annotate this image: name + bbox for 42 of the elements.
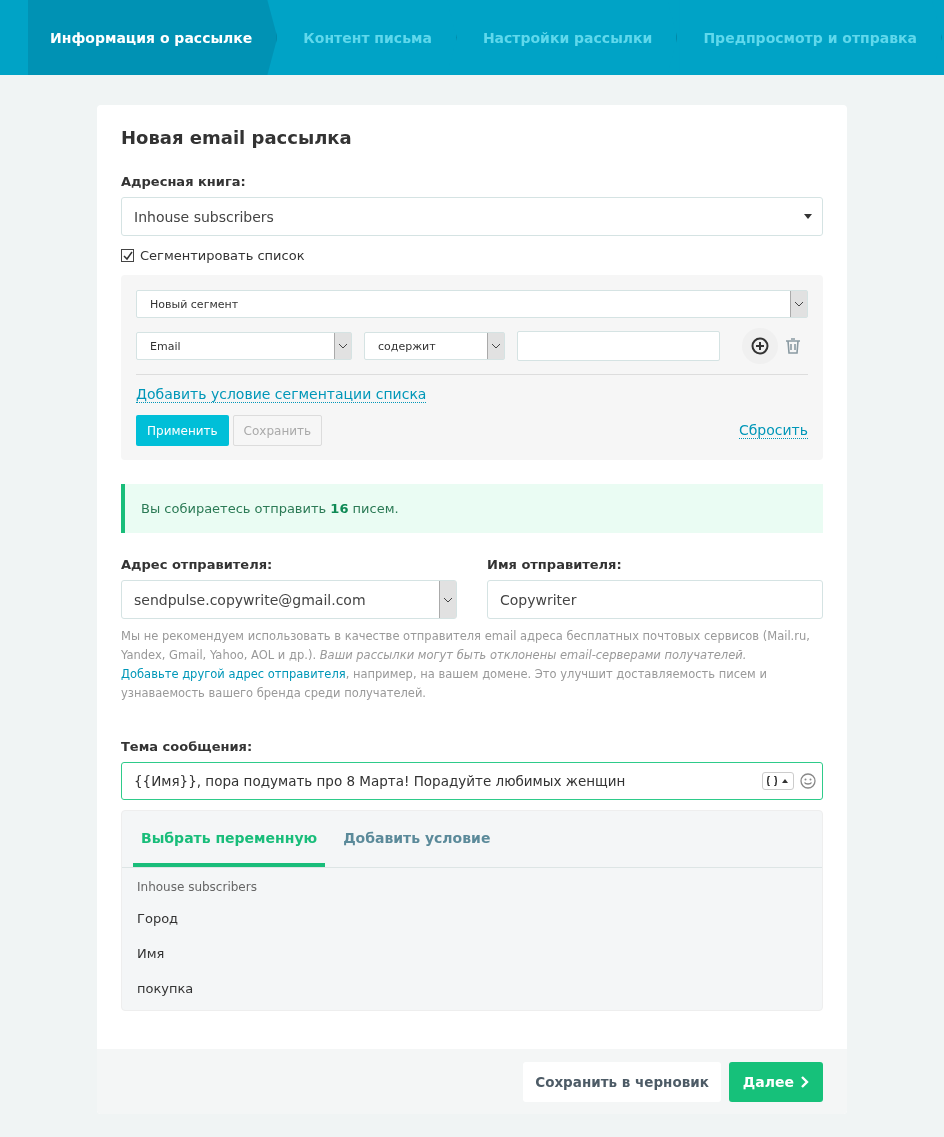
field-label: Имя отправителя: [487,557,623,572]
next-button[interactable]: Далее [728,1062,823,1102]
add-condition-link[interactable]: Добавить условие сегментации списка [136,386,427,403]
value-input[interactable] [517,331,720,361]
sender-name-input[interactable]: Copywriter [487,580,823,619]
trash-icon[interactable] [786,338,800,354]
reset-link[interactable]: Сбросить [738,422,808,439]
add-icon[interactable] [742,328,778,364]
dropdown-icon [334,333,351,359]
checkbox[interactable] [121,249,134,262]
wizard-step[interactable]: Информация о рассылке [28,0,278,75]
save-draft-button[interactable]: Сохранить в черновик [523,1062,721,1102]
group-heading: Inhouse subscribers [137,880,258,894]
page-title: Новая email рассылка [121,127,353,148]
variable-item[interactable]: Город [137,901,807,936]
panel-tab[interactable]: Добавить условие [335,811,499,867]
field-label: Тема сообщения: [121,739,254,754]
save-button[interactable]: Сохранить [232,415,323,446]
variable-item[interactable]: покупка [137,971,807,1006]
variable-button[interactable] [762,772,794,790]
variable-item[interactable]: Имя [137,936,807,971]
operator-select[interactable]: содержит [364,332,505,360]
field-label: Адрес отправителя: [121,557,274,572]
sender-address-select[interactable]: sendpulse.copywrite@gmail.com [121,580,457,619]
field-select[interactable]: Email [136,332,352,360]
checkbox-label: Сегментировать список [140,248,305,263]
chevron-right-icon [800,1076,809,1088]
field-label: Адресная книга: [121,174,247,189]
emoji-icon[interactable] [800,773,816,789]
add-sender-link[interactable]: Добавьте другой адрес отправителя [121,667,346,681]
address-book-select[interactable]: Inhouse subscribers [121,197,823,236]
dropdown-icon [439,581,456,618]
panel-tab[interactable]: Выбрать переменную [133,811,326,867]
segment-select[interactable]: Новый сегмент [136,290,808,318]
dropdown-icon [790,291,807,317]
sender-notice: Мы не рекомендуем использовать в качестве отправителя email адреса бесплатных почтовых сервисов (Mail.ru, Yandex, Gmail, Yahoo, AOL и др.). Ваши рассылки могут быть отклонены email-серверами получателей. Добавьте другой адрес отправителя, например, на вашем домене. Это улучшит доставляемость писем и узнаваемость вашего бренда среди получателей. [121,628,811,702]
subject-input[interactable]: {{Имя}}, пора подумать про 8 Марта! Порадуйте любимых женщин [121,762,823,800]
apply-button[interactable]: Применить [136,415,229,446]
alert-text: Вы собираетесь отправить 16 писем. [141,501,399,516]
caret-icon [804,214,812,219]
dropdown-icon [487,333,504,359]
braces-caret-icon [767,776,789,786]
